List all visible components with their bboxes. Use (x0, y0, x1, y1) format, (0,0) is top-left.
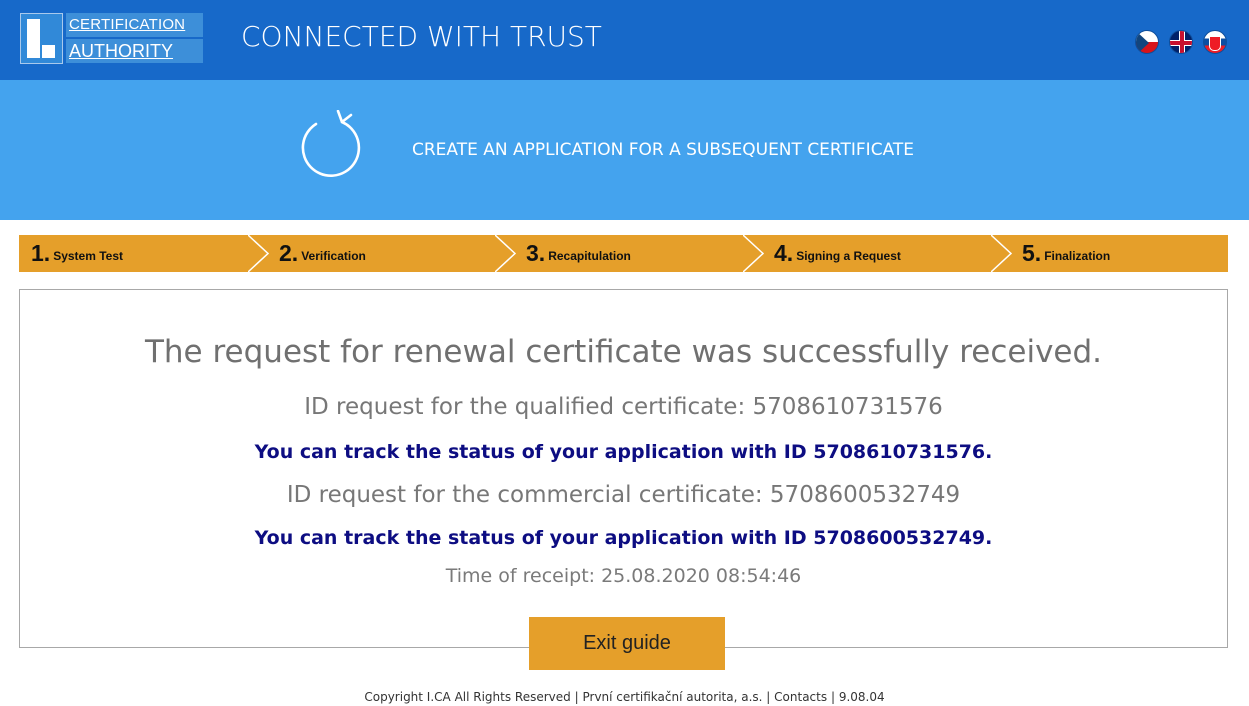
footer-copyright: Copyright I.CA All Rights Reserved (364, 690, 571, 704)
step-chevron-icon (248, 235, 270, 272)
step-system-test: 1. System Test (31, 235, 123, 272)
footer-separator: | (574, 690, 579, 704)
logo-text-line2: AUTHORITY (66, 39, 203, 63)
banner-title: CREATE AN APPLICATION FOR A SUBSEQUENT C… (412, 140, 914, 160)
header-title: CONNECTED WITH TRUST (241, 20, 602, 53)
footer-company-link[interactable]: První certifikační autorita, a.s. (582, 690, 762, 704)
step-chevron-icon (991, 235, 1013, 272)
step-label: Signing a Request (796, 249, 901, 263)
step-label: Finalization (1044, 249, 1111, 263)
ica-logo[interactable]: CERTIFICATION AUTHORITY (20, 13, 203, 64)
step-chevron-icon (495, 235, 517, 272)
uk-flag-icon[interactable] (1169, 30, 1193, 54)
step-number: 4. (774, 240, 794, 266)
success-message: The request for renewal certificate was … (144, 334, 1103, 370)
commercial-track-status-link[interactable]: You can track the status of your applica… (20, 527, 1227, 549)
qualified-track-status-link[interactable]: You can track the status of your applica… (20, 441, 1227, 463)
step-finalization: 5. Finalization (1022, 235, 1110, 272)
logo-mark-icon (20, 13, 63, 64)
receipt-time: Time of receipt: 25.08.2020 08:54:46 (445, 565, 802, 587)
footer-version: 9.08.04 (838, 690, 885, 704)
step-number: 3. (526, 240, 546, 266)
page-banner: CREATE AN APPLICATION FOR A SUBSEQUENT C… (0, 80, 1249, 220)
logo-text-line1: CERTIFICATION (66, 13, 203, 37)
footer-separator: | (830, 690, 835, 704)
step-signing-request: 4. Signing a Request (774, 235, 901, 272)
wizard-steps: 1. System Test 2. Verification 3. Recapi… (19, 235, 1228, 272)
language-switcher (1135, 30, 1227, 54)
exit-guide-button[interactable]: Exit guide (529, 617, 725, 670)
step-number: 2. (279, 240, 299, 266)
footer: Copyright I.CA All Rights Reserved | Prv… (0, 690, 1249, 704)
step-number: 1. (31, 240, 51, 266)
step-label: Recapitulation (548, 249, 631, 263)
czech-flag-icon[interactable] (1135, 30, 1159, 54)
step-number: 5. (1022, 240, 1042, 266)
result-panel: The request for renewal certificate was … (19, 289, 1228, 648)
footer-contacts-link[interactable]: Contacts (774, 690, 827, 704)
step-verification: 2. Verification (279, 235, 366, 272)
step-chevron-icon (743, 235, 765, 272)
footer-separator: | (766, 690, 771, 704)
commercial-request-id: ID request for the commercial certificat… (286, 482, 961, 508)
slovak-flag-icon[interactable] (1203, 30, 1227, 54)
step-label: Verification (301, 249, 366, 263)
step-label: System Test (53, 249, 123, 263)
refresh-icon (301, 110, 361, 177)
qualified-request-id: ID request for the qualified certificate… (304, 394, 943, 420)
step-recapitulation: 3. Recapitulation (526, 235, 631, 272)
top-header: CERTIFICATION AUTHORITY CONNECTED WITH T… (0, 0, 1249, 80)
